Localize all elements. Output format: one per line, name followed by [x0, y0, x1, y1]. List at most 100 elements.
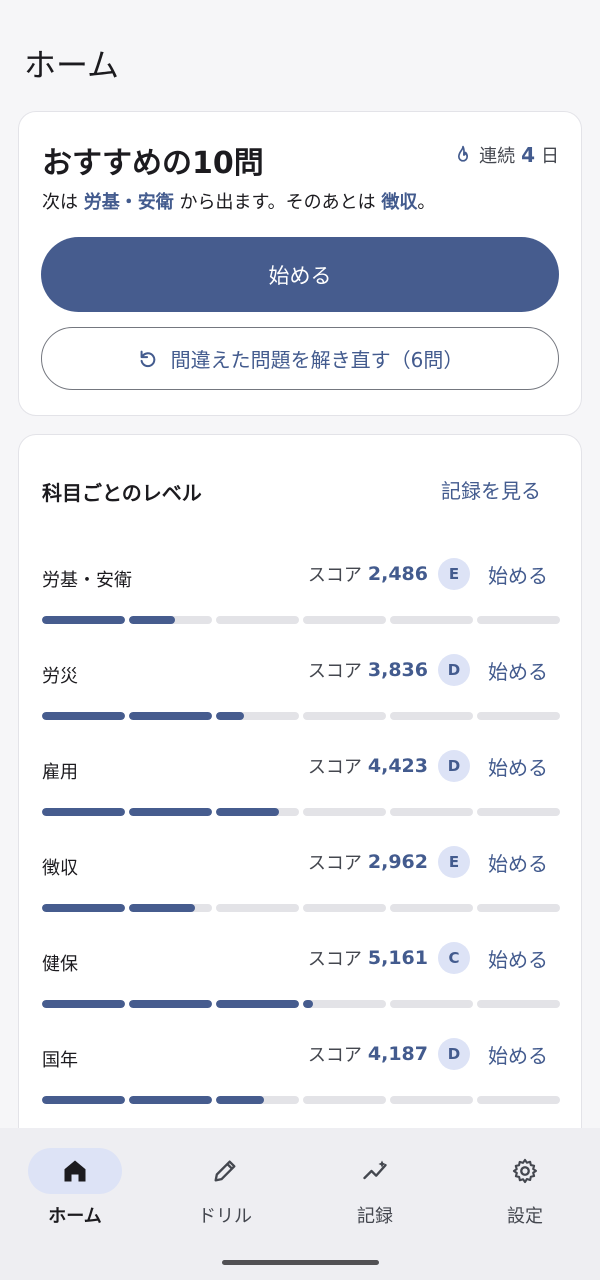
subtitle-middle: から出ます。そのあとは: [179, 192, 376, 213]
progress-segment: [42, 712, 125, 720]
grade-badge: E: [438, 558, 470, 590]
score-label: スコア: [307, 1045, 362, 1066]
subject-name: 労災: [42, 666, 78, 687]
nav-drill-indicator: [178, 1148, 272, 1194]
progress-segment: [390, 904, 473, 912]
progress-segment: [390, 1096, 473, 1104]
subject-row: 徴収 スコア 2,962 E 始める: [42, 836, 560, 912]
subject-start-button[interactable]: 始める: [488, 944, 548, 973]
nav-drill[interactable]: ドリル: [150, 1148, 300, 1228]
score-group: スコア 5,161 C 始める: [308, 942, 548, 974]
nav-settings-label: 設定: [507, 1206, 543, 1227]
progress-fill: [216, 1096, 265, 1104]
subject-row: 雇用 スコア 4,423 D 始める: [42, 740, 560, 816]
progress-segment: [216, 904, 299, 912]
subject-name: 国年: [42, 1050, 78, 1071]
progress-fill: [42, 1096, 125, 1104]
level-progress-bar: [42, 808, 560, 816]
grade-badge: D: [438, 654, 470, 686]
score-label: スコア: [307, 565, 362, 586]
progress-segment: [477, 904, 560, 912]
progress-segment: [477, 1096, 560, 1104]
progress-fill: [129, 712, 212, 720]
score-value: 5,161: [367, 947, 428, 969]
subject-row: 労基・安衛 スコア 2,486 E 始める: [42, 548, 560, 624]
nav-records[interactable]: 記録: [300, 1148, 450, 1228]
nav-records-indicator: [328, 1148, 422, 1194]
progress-segment: [390, 616, 473, 624]
progress-segment: [129, 616, 212, 624]
level-progress-bar: [42, 616, 560, 624]
progress-segment: [390, 712, 473, 720]
level-progress-bar: [42, 712, 560, 720]
subject-start-button[interactable]: 始める: [488, 656, 548, 685]
progress-segment: [216, 1096, 299, 1104]
grade-badge: D: [438, 750, 470, 782]
progress-fill: [42, 616, 125, 624]
progress-fill: [216, 808, 280, 816]
subject-row: 労災 スコア 3,836 D 始める: [42, 644, 560, 720]
score-value: 2,962: [367, 851, 428, 873]
progress-fill: [42, 712, 125, 720]
progress-segment: [477, 808, 560, 816]
retry-mistakes-button[interactable]: 間違えた問題を解き直す（6問）: [41, 327, 559, 390]
level-progress-bar: [42, 1000, 560, 1008]
score-value: 4,187: [367, 1043, 428, 1065]
progress-fill: [42, 904, 125, 912]
view-records-link[interactable]: 記録を見る: [441, 475, 541, 504]
subject-start-button[interactable]: 始める: [488, 848, 548, 877]
progress-segment: [42, 1000, 125, 1008]
nav-home[interactable]: ホーム: [0, 1148, 150, 1228]
level-progress-bar: [42, 904, 560, 912]
subject-start-button[interactable]: 始める: [488, 560, 548, 589]
subject-name: 労基・安衛: [42, 570, 132, 591]
progress-segment: [42, 904, 125, 912]
progress-segment: [42, 1096, 125, 1104]
level-progress-bar: [42, 1096, 560, 1104]
progress-segment: [477, 616, 560, 624]
nav-settings-indicator: [478, 1148, 572, 1194]
progress-segment: [390, 808, 473, 816]
nav-home-indicator: [28, 1148, 122, 1194]
progress-segment: [129, 712, 212, 720]
start-button[interactable]: 始める: [41, 237, 559, 312]
nav-settings[interactable]: 設定: [450, 1148, 600, 1228]
score-value: 4,423: [367, 755, 428, 777]
streak-count: 4: [521, 143, 535, 167]
page-title: ホーム: [24, 46, 120, 84]
subject-start-button[interactable]: 始める: [488, 1040, 548, 1069]
progress-segment: [129, 904, 212, 912]
after-subject: 徴収: [381, 192, 418, 213]
bottom-navigation: ホーム ドリル 記録 設定: [0, 1128, 600, 1280]
progress-fill: [216, 1000, 299, 1008]
gear-icon: [512, 1158, 538, 1184]
pencil-icon: [214, 1160, 236, 1182]
progress-fill: [129, 616, 176, 624]
score-group: スコア 3,836 D 始める: [308, 654, 548, 686]
progress-fill: [129, 1096, 212, 1104]
score-label: スコア: [307, 949, 362, 970]
progress-segment: [216, 1000, 299, 1008]
progress-fill: [129, 808, 212, 816]
subject-row: 国年 スコア 4,187 D 始める: [42, 1028, 560, 1104]
progress-segment: [216, 616, 299, 624]
refresh-icon: [140, 350, 155, 367]
progress-segment: [129, 1096, 212, 1104]
score-value: 3,836: [367, 659, 428, 681]
progress-fill: [216, 712, 245, 720]
score-group: スコア 4,187 D 始める: [308, 1038, 548, 1070]
progress-segment: [216, 808, 299, 816]
score-group: スコア 4,423 D 始める: [308, 750, 548, 782]
subject-row: 健保 スコア 5,161 C 始める: [42, 932, 560, 1008]
grade-badge: E: [438, 846, 470, 878]
progress-segment: [477, 712, 560, 720]
subtitle-prefix: 次は: [42, 192, 78, 213]
progress-segment: [303, 712, 386, 720]
score-label: スコア: [307, 661, 362, 682]
nav-home-label: ホーム: [48, 1206, 102, 1227]
streak-label: 連続: [479, 146, 516, 167]
subject-start-button[interactable]: 始める: [488, 752, 548, 781]
progress-segment: [303, 1096, 386, 1104]
streak-badge: 連続 4日: [453, 142, 559, 168]
progress-segment: [129, 808, 212, 816]
